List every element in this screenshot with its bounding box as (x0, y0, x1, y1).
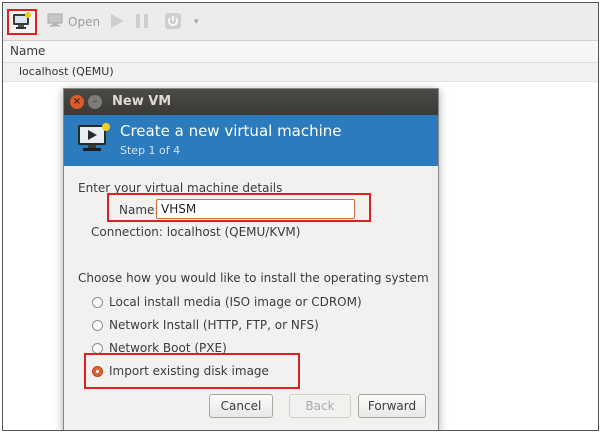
column-header-label: Name (10, 44, 46, 58)
back-button[interactable]: Back (289, 394, 351, 418)
shutdown-menu-arrow-icon[interactable]: ▾ (194, 17, 199, 27)
open-button[interactable]: Open (47, 13, 100, 30)
close-icon[interactable]: × (70, 95, 84, 109)
pause-button[interactable] (134, 13, 150, 32)
new-vm-icon (12, 11, 32, 33)
import-highlight-box (84, 353, 300, 389)
connection-label: Connection: (91, 225, 163, 239)
name-field[interactable] (156, 199, 355, 219)
connection-row[interactable]: localhost (QEMU) (3, 63, 598, 82)
new-vm-dialog: × – New VM Create a new virtual machine … (63, 88, 439, 430)
radio-button[interactable] (92, 296, 103, 308)
connection-row-label: localhost (QEMU) (19, 65, 114, 78)
banner-step: Step 1 of 4 (120, 144, 181, 157)
dialog-title: New VM (112, 94, 172, 109)
radio-label: Local install media (ISO image or CDROM) (109, 295, 362, 309)
virt-manager-window: Open ▾ Name localhost (QEMU) × – New VM … (2, 2, 599, 431)
pause-icon (134, 13, 150, 32)
new-vm-monitor-icon (76, 122, 112, 159)
play-icon (109, 13, 125, 32)
new-vm-button[interactable] (7, 9, 37, 35)
forward-button[interactable]: Forward (358, 394, 426, 418)
radio-button[interactable] (92, 342, 103, 354)
minimize-icon[interactable]: – (88, 95, 102, 109)
shutdown-button[interactable] (164, 12, 182, 33)
banner-title: Create a new virtual machine (120, 122, 342, 140)
wizard-banner: Create a new virtual machine Step 1 of 4 (64, 115, 438, 166)
dialog-titlebar: × – New VM (64, 89, 438, 115)
radio-network-install[interactable]: Network Install (HTTP, FTP, or NFS) (92, 318, 319, 332)
radio-label: Network Install (HTTP, FTP, or NFS) (109, 318, 319, 332)
run-button[interactable] (109, 13, 125, 32)
install-heading: Choose how you would like to install the… (78, 271, 429, 285)
radio-local-media[interactable]: Local install media (ISO image or CDROM) (92, 295, 362, 309)
power-icon (164, 12, 182, 33)
radio-button[interactable] (92, 319, 103, 331)
toolbar: Open ▾ (3, 3, 598, 41)
cancel-button[interactable]: Cancel (209, 394, 273, 418)
name-label: Name: (119, 203, 159, 217)
monitor-icon (47, 13, 63, 30)
connection-value: localhost (QEMU/KVM) (166, 225, 301, 239)
name-column-header[interactable]: Name (3, 41, 598, 63)
connection-info: Connection: localhost (QEMU/KVM) (91, 225, 300, 239)
open-label: Open (68, 14, 101, 29)
